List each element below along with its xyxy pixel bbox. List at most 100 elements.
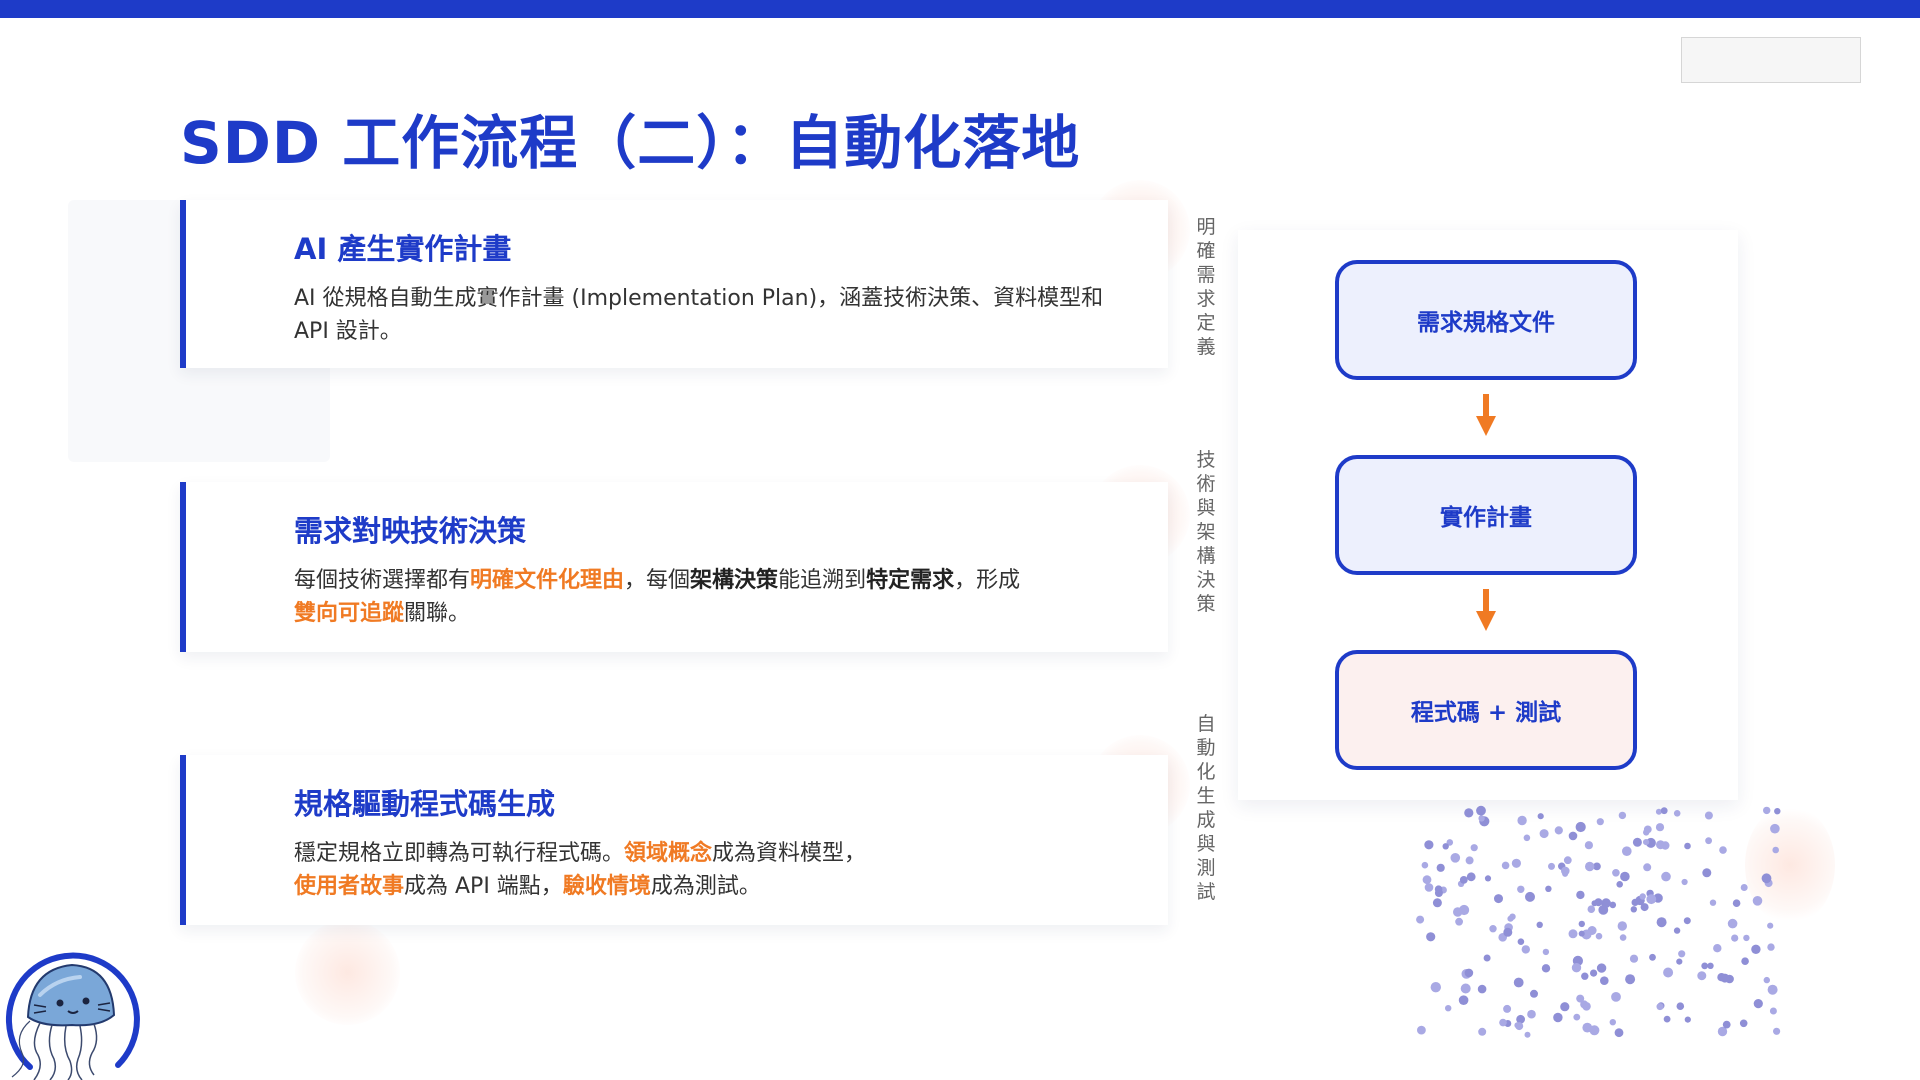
flow-node-implementation-plan: 實作計畫 <box>1335 455 1637 575</box>
card-text-segment: AI 從規格自動生成實作計畫 (Implementation Plan)，涵蓋技… <box>294 286 1104 344</box>
top-accent-bar <box>0 0 1920 18</box>
card-body: AI 從規格自動生成實作計畫 (Implementation Plan)，涵蓋技… <box>294 282 1138 348</box>
card-text-segment: 成為 API 端點， <box>404 874 563 899</box>
decorative-dot <box>1430 982 1441 993</box>
decorative-dot <box>1416 915 1425 924</box>
decorative-dot <box>1595 932 1603 940</box>
decorative-dot <box>1630 906 1637 913</box>
highlight-text: 明確文件化理由 <box>470 568 625 593</box>
side-label-automation: 自動化生成與測試 <box>1196 713 1216 903</box>
decorative-dot <box>1596 963 1607 973</box>
decorative-dot <box>1568 929 1578 939</box>
highlight-text: 使用者故事 <box>294 874 405 899</box>
decorative-dot <box>1629 954 1639 963</box>
arrow-down-icon <box>1476 394 1496 436</box>
decorative-dot <box>1731 934 1739 942</box>
decorative-dot <box>1576 890 1585 900</box>
decorative-dot <box>1663 967 1674 978</box>
decorative-dot <box>1596 818 1604 826</box>
card-text-segment: ，形成 <box>954 568 1021 593</box>
decorative-dot <box>1739 1019 1748 1028</box>
decorative-dot <box>1548 862 1555 870</box>
decorative-dot <box>1581 972 1589 980</box>
decorative-dot <box>1554 826 1563 835</box>
decorative-dot <box>1585 861 1595 872</box>
decorative-dot <box>1484 875 1492 882</box>
decorative-dot <box>1676 1002 1685 1010</box>
decorative-dot <box>1661 871 1671 882</box>
decorative-dot <box>1720 973 1730 983</box>
decorative-dot <box>1663 1015 1671 1023</box>
decorative-dot <box>1589 1025 1600 1036</box>
decorative-dot <box>1656 1003 1664 1011</box>
decorative-dot <box>1460 983 1471 994</box>
background-blob <box>295 920 400 1025</box>
decorative-dot <box>1616 881 1623 888</box>
decorative-dot <box>1713 944 1722 953</box>
decorative-dot <box>1478 1027 1487 1036</box>
card-text-segment: ，每個 <box>624 568 691 593</box>
decorative-dot <box>1422 875 1432 885</box>
decorative-dot <box>1673 810 1681 817</box>
decorative-dot <box>1774 808 1781 815</box>
decorative-dot <box>1643 829 1650 836</box>
decorative-dot <box>1542 948 1550 956</box>
card-requirement-mapping: 需求對映技術決策 每個技術選擇都有明確文件化理由，每個架構決策能追溯到特定需求，… <box>180 482 1168 652</box>
decorative-dot <box>1622 846 1632 856</box>
decorative-dot <box>1600 976 1609 985</box>
decorative-dot <box>1434 885 1443 893</box>
bold-text: 特定需求 <box>866 568 955 593</box>
decorative-dot <box>1770 823 1780 834</box>
decorative-dot <box>1521 945 1530 954</box>
decorative-dot <box>1455 917 1463 926</box>
decorative-dot <box>1464 808 1474 818</box>
decorative-dot <box>1553 1012 1563 1023</box>
highlight-text: 雙向可追蹤 <box>294 601 405 626</box>
decorative-dot <box>1511 858 1521 868</box>
decorative-dot <box>1545 885 1552 892</box>
decorative-dot <box>1523 834 1531 842</box>
decorative-dot <box>1769 1007 1777 1015</box>
decorative-dot <box>1702 868 1712 878</box>
decorative-dot <box>1612 869 1620 877</box>
card-text-segment: 成為資料模型， <box>712 841 867 866</box>
decorative-dot <box>1571 963 1582 973</box>
decorative-dot <box>1478 815 1485 822</box>
decorative-dot <box>1697 971 1707 981</box>
decorative-dot <box>1740 884 1748 891</box>
decorative-dot <box>1620 871 1630 882</box>
card-text-segment: 關聯。 <box>404 601 471 626</box>
decorative-dot <box>1515 1022 1524 1031</box>
decorative-dot <box>1590 969 1598 977</box>
card-ai-plan: AI 產生實作計畫 AI 從規格自動生成實作計畫 (Implementation… <box>180 200 1168 368</box>
decorative-dot <box>1649 953 1656 961</box>
decorative-dot <box>1563 856 1572 865</box>
decorative-dot <box>1458 995 1469 1005</box>
bold-text: 架構決策 <box>690 568 779 593</box>
decorative-dot <box>1517 815 1527 826</box>
decorative-dot <box>1503 1004 1512 1013</box>
decorative-dot <box>1704 811 1713 820</box>
decorative-dot <box>1660 807 1668 815</box>
decorative-dot <box>1573 1013 1581 1021</box>
decorative-dot <box>1701 962 1709 970</box>
decorative-dot <box>1483 954 1491 962</box>
decorative-dot <box>1453 907 1463 917</box>
decorative-dot <box>1741 957 1749 965</box>
highlight-text: 驗收情境 <box>562 874 651 899</box>
card-code-generation: 規格驅動程式碼生成 穩定規格立即轉為可執行程式碼。領域概念成為資料模型， 使用者故… <box>180 755 1168 925</box>
decorative-dot <box>1639 893 1646 900</box>
decorative-dot <box>1489 925 1497 933</box>
decorative-dot <box>1772 846 1779 854</box>
slide-title: SDD 工作流程（二）：自動化落地 <box>180 109 1081 177</box>
decorative-dot <box>1683 917 1691 925</box>
card-body: 每個技術選擇都有明確文件化理由，每個架構決策能追溯到特定需求，形成 雙向可追蹤關聯… <box>294 564 1138 630</box>
card-text-segment: 每個技術選擇都有 <box>294 568 471 593</box>
flow-node-code-and-tests: 程式碼 + 測試 <box>1335 650 1637 770</box>
decorative-dot <box>1643 863 1652 872</box>
decorative-dot <box>1575 821 1586 833</box>
slide: SDD 工作流程（二）：自動化落地 AI 產生實作計畫 AI 從規格自動生成實作… <box>0 0 1920 1080</box>
decorative-dot <box>1424 883 1434 892</box>
decorative-dot <box>1525 891 1535 902</box>
decorative-dot <box>1719 846 1727 854</box>
